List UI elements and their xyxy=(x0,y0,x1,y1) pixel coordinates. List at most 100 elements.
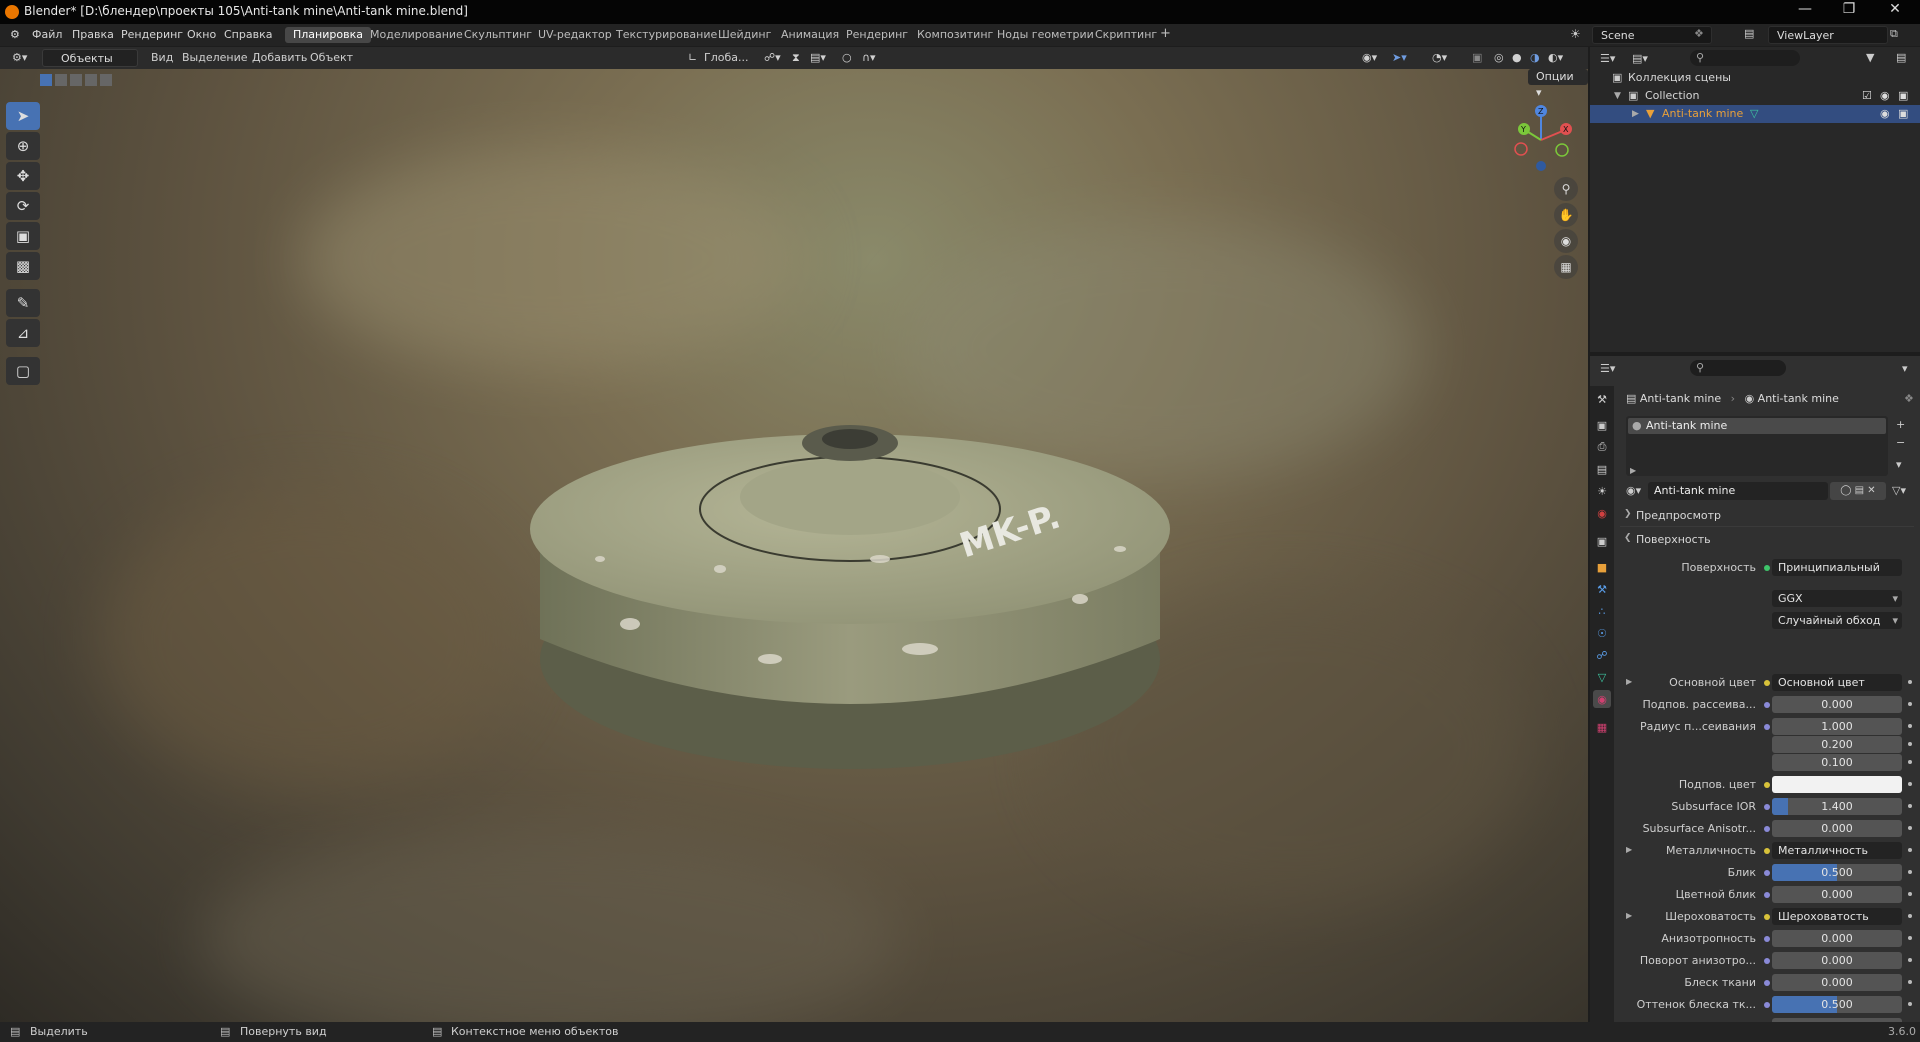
add-cube-tool[interactable]: ▢ xyxy=(6,357,40,385)
material-actions[interactable]: ◯ ▤ ✕ xyxy=(1830,482,1886,500)
material-slot[interactable]: ● Anti-tank mine xyxy=(1628,418,1886,434)
new-view-layer-icon[interactable]: ⧉ xyxy=(1890,27,1898,41)
xray-icon[interactable]: ▣ xyxy=(1472,50,1482,66)
expand-arrow-icon[interactable]: ▶ xyxy=(1626,911,1632,920)
keyframe-dot-icon[interactable] xyxy=(1908,848,1912,852)
restore-icon[interactable]: ❐ xyxy=(1834,1,1864,17)
overlay-icon[interactable]: ◔▾ xyxy=(1432,50,1447,66)
measure-tool[interactable]: ⊿ xyxy=(6,319,40,347)
snap-target-icon[interactable]: ▤▾ xyxy=(810,50,826,66)
scale-tool[interactable]: ▣ xyxy=(6,222,40,250)
navigation-gizmo[interactable]: Z X Y xyxy=(1505,103,1575,173)
menu-help[interactable]: Справка xyxy=(224,28,272,41)
tab-uv-editing[interactable]: UV-редактор xyxy=(530,27,620,43)
shader-input-field[interactable]: Металличность xyxy=(1772,842,1902,859)
shader-input-field[interactable]: 0.000 xyxy=(1772,820,1902,837)
menu-window[interactable]: Окно xyxy=(187,28,216,41)
eye-icon[interactable]: ◉ xyxy=(1880,87,1890,105)
tab-compositing[interactable]: Композитинг xyxy=(909,27,1001,43)
keyframe-dot-icon[interactable] xyxy=(1908,958,1912,962)
world-tab-icon[interactable]: ◉ xyxy=(1593,504,1611,522)
rotate-tool[interactable]: ⟳ xyxy=(6,192,40,220)
menu-view[interactable]: Вид xyxy=(151,50,173,66)
expand-arrow-icon[interactable]: ▼ xyxy=(1614,87,1621,105)
outliner-search-input[interactable]: ⚲ xyxy=(1690,50,1800,66)
remove-slot-icon[interactable]: − xyxy=(1896,436,1905,449)
keyframe-dot-icon[interactable] xyxy=(1908,742,1912,746)
tab-rendering[interactable]: Рендеринг xyxy=(838,27,916,43)
render-tab-icon[interactable]: ▣ xyxy=(1593,416,1611,434)
filter-icon[interactable]: ▼ xyxy=(1866,51,1874,64)
add-slot-icon[interactable]: + xyxy=(1896,418,1905,431)
menu-render[interactable]: Рендеринг xyxy=(121,28,183,41)
properties-search-input[interactable]: ⚲ xyxy=(1690,360,1786,376)
eye-icon[interactable]: ◉ xyxy=(1880,105,1890,123)
move-tool[interactable]: ✥ xyxy=(6,162,40,190)
shader-input-field[interactable]: 0.200 xyxy=(1772,736,1902,753)
snap-icon[interactable]: ⧗ xyxy=(792,50,800,66)
pan-hand-icon[interactable]: ✋ xyxy=(1554,203,1578,227)
mesh-data-icon[interactable]: ▽ xyxy=(1750,105,1758,123)
tab-animation[interactable]: Анимация xyxy=(773,27,847,43)
shader-input-field[interactable]: 0.000 xyxy=(1772,974,1902,991)
view-layer-selector[interactable]: ViewLayer xyxy=(1768,26,1888,44)
exclude-checkbox-icon[interactable]: ☑ xyxy=(1862,87,1872,105)
proportional-edit-icon[interactable]: ○ xyxy=(842,50,852,66)
slot-specials-icon[interactable]: ▾ xyxy=(1896,458,1902,471)
rendered-shading-icon[interactable]: ◐▾ xyxy=(1548,50,1563,66)
modifier-tab-icon[interactable]: ⚒ xyxy=(1593,580,1611,598)
3d-viewport[interactable]: Опции ▾ ➤ ⊕ ✥ ⟳ ▣ ▩ ✎ ⊿ ▢ Z X Y ⚲ ✋ ◉ ▦ xyxy=(0,69,1588,1022)
pin-icon[interactable]: ❖ xyxy=(1694,27,1704,40)
mode-selector[interactable]: Объекты xyxy=(42,49,138,67)
node-tree-icon[interactable]: ▽▾ xyxy=(1892,484,1906,497)
outliner-editor-icon[interactable]: ☰▾ xyxy=(1600,52,1615,65)
menu-select[interactable]: Выделение xyxy=(182,50,248,66)
falloff-icon[interactable]: ∩▾ xyxy=(862,50,876,66)
output-tab-icon[interactable]: ⎙ xyxy=(1593,438,1611,456)
tab-sculpting[interactable]: Скульптинг xyxy=(456,27,540,43)
shader-input-field[interactable]: 1.000 xyxy=(1772,718,1902,735)
keyframe-dot-icon[interactable] xyxy=(1908,1002,1912,1006)
outliner-row-collection[interactable]: ▼ ▣ Collection ☑ ◉ ▣ xyxy=(1590,87,1920,105)
keyframe-dot-icon[interactable] xyxy=(1908,760,1912,764)
wireframe-shading-icon[interactable]: ◎ xyxy=(1494,50,1504,66)
expand-arrow-icon[interactable]: ▶ xyxy=(1632,105,1639,123)
physics-tab-icon[interactable]: ☉ xyxy=(1593,624,1611,642)
material-shading-icon[interactable]: ◑ xyxy=(1530,50,1540,66)
view-layer-tab-icon[interactable]: ▤ xyxy=(1593,460,1611,478)
chevron-down-icon[interactable]: ▾ xyxy=(1902,362,1908,375)
distribution-dropdown[interactable]: GGX ▾ xyxy=(1772,590,1902,607)
keyframe-dot-icon[interactable] xyxy=(1908,980,1912,984)
shader-input-field[interactable]: 1.400 xyxy=(1772,798,1902,815)
outliner-row-anti-tank-mine[interactable]: ▶ ▼ Anti-tank mine ▽ ◉ ▣ xyxy=(1590,105,1920,123)
material-tab-icon[interactable]: ◉ xyxy=(1593,690,1611,708)
tab-modeling[interactable]: Моделирование xyxy=(362,27,471,43)
object-tab-icon[interactable]: ■ xyxy=(1593,558,1611,576)
solid-shading-icon[interactable]: ● xyxy=(1512,50,1522,66)
add-workspace-icon[interactable]: + xyxy=(1152,26,1179,42)
keyframe-dot-icon[interactable] xyxy=(1908,702,1912,706)
particles-tab-icon[interactable]: ∴ xyxy=(1593,602,1611,620)
menu-file[interactable]: Файл xyxy=(32,28,62,41)
shader-input-field[interactable]: Основной цвет xyxy=(1772,674,1902,691)
keyframe-dot-icon[interactable] xyxy=(1908,892,1912,896)
menu-edit[interactable]: Правка xyxy=(72,28,114,41)
editor-type-icon[interactable]: ⚙▾ xyxy=(12,50,27,66)
keyframe-dot-icon[interactable] xyxy=(1908,680,1912,684)
shader-input-field[interactable]: 0.000 xyxy=(1772,696,1902,713)
keyframe-dot-icon[interactable] xyxy=(1908,914,1912,918)
visibility-icon[interactable]: ◉▾ xyxy=(1362,50,1377,66)
keyframe-dot-icon[interactable] xyxy=(1908,826,1912,830)
expand-arrow-icon[interactable]: ▶ xyxy=(1626,677,1632,686)
render-camera-icon[interactable]: ▣ xyxy=(1898,105,1908,123)
surface-shader-selector[interactable]: Принципиальный BSDF xyxy=(1772,559,1902,576)
shader-input-field[interactable]: 0.500 xyxy=(1772,864,1902,881)
transform-orientation-selector[interactable]: Глоба... xyxy=(704,50,748,66)
transform-tool[interactable]: ▩ xyxy=(6,252,40,280)
shader-input-field[interactable]: 0.000 xyxy=(1772,952,1902,969)
material-browse-icon[interactable]: ◉▾ xyxy=(1626,484,1641,497)
keyframe-dot-icon[interactable] xyxy=(1908,936,1912,940)
scene-tab-icon[interactable]: ☀ xyxy=(1593,482,1611,500)
shader-input-field[interactable]: 0.100 xyxy=(1772,754,1902,771)
select-box-tool[interactable]: ➤ xyxy=(6,102,40,130)
